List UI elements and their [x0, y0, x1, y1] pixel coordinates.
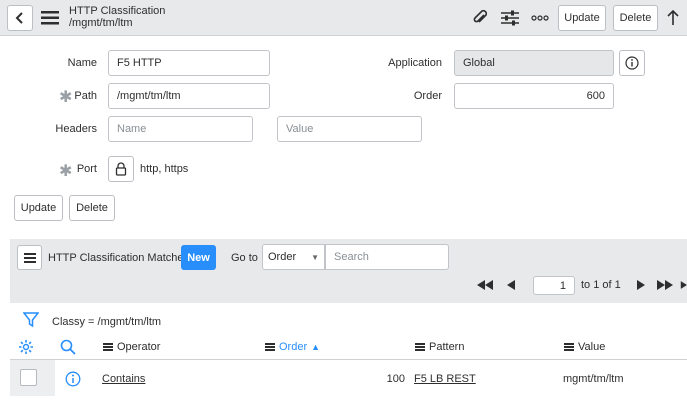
- page-count-text: to 1 of 1: [581, 279, 621, 291]
- last-page-icon[interactable]: [654, 277, 676, 293]
- column-header-pattern[interactable]: Pattern: [415, 341, 464, 353]
- more-options-icon[interactable]: [530, 8, 550, 28]
- row-checkbox[interactable]: [20, 369, 37, 386]
- port-label: Port: [76, 163, 97, 175]
- goto-field-select[interactable]: Order ▼: [262, 244, 325, 270]
- back-button[interactable]: [7, 5, 33, 31]
- column-menu-icon: [103, 343, 113, 351]
- goto-field-value: Order: [268, 251, 297, 263]
- headers-label: Headers: [55, 123, 97, 135]
- column-menu-icon: [564, 343, 574, 351]
- order-label: Order: [413, 90, 442, 102]
- header-delete-button[interactable]: Delete: [613, 5, 658, 31]
- related-list-title: HTTP Classification Matches: [48, 252, 190, 264]
- goto-label: Go to: [231, 252, 258, 264]
- list-menu-button[interactable]: [17, 245, 42, 270]
- arrow-up-icon[interactable]: [664, 8, 682, 28]
- value-column-label: Value: [578, 341, 606, 353]
- path-field[interactable]: /mgmt/tm/ltm: [108, 83, 270, 109]
- info-icon: [625, 56, 639, 70]
- column-menu-icon: [265, 343, 275, 351]
- more-right-icon[interactable]: [680, 277, 687, 293]
- search-icon[interactable]: [59, 338, 77, 356]
- port-lock-button[interactable]: [108, 156, 134, 182]
- search-input[interactable]: Search: [325, 244, 449, 270]
- sort-ascending-icon: ▲: [311, 342, 321, 352]
- settings-sliders-icon[interactable]: [500, 8, 520, 28]
- row-operator-link[interactable]: Contains: [102, 373, 145, 385]
- row-info-icon[interactable]: [64, 370, 82, 388]
- page-subtitle: /mgmt/tm/ltm: [69, 17, 133, 29]
- application-label: Application: [388, 57, 442, 69]
- column-menu-icon: [415, 343, 425, 351]
- hamburger-icon: [23, 252, 36, 263]
- filter-breadcrumb[interactable]: Classy = /mgmt/tm/ltm: [52, 316, 161, 328]
- filter-icon[interactable]: [22, 311, 40, 329]
- pattern-column-label: Pattern: [429, 341, 465, 353]
- previous-page-icon[interactable]: [503, 277, 519, 293]
- row-pattern-link[interactable]: F5 LB REST: [414, 373, 476, 385]
- headers-value-input[interactable]: Value: [277, 116, 422, 142]
- form-delete-button[interactable]: Delete: [69, 195, 115, 221]
- caret-down-icon: ▼: [311, 252, 319, 262]
- column-header-operator[interactable]: Operator: [103, 341, 160, 353]
- order-field[interactable]: 600: [454, 83, 614, 109]
- form-update-button[interactable]: Update: [14, 195, 63, 221]
- name-field[interactable]: F5 HTTP: [108, 50, 270, 76]
- chevron-left-icon: [15, 12, 23, 24]
- gear-icon[interactable]: [17, 338, 35, 356]
- next-page-icon[interactable]: [632, 277, 648, 293]
- column-header-value[interactable]: Value: [564, 341, 605, 353]
- name-label: Name: [67, 57, 97, 69]
- operator-column-label: Operator: [117, 341, 161, 353]
- port-value: http, https: [140, 163, 189, 175]
- attachment-icon[interactable]: [471, 8, 489, 28]
- new-button[interactable]: New: [181, 245, 216, 270]
- application-field: Global: [454, 50, 614, 76]
- first-page-icon[interactable]: [474, 277, 496, 293]
- headers-name-input[interactable]: Name: [108, 116, 253, 142]
- row-value: mgmt/tm/ltm: [563, 373, 624, 385]
- page-title: HTTP Classification: [69, 5, 166, 17]
- context-menu-icon[interactable]: [40, 9, 60, 27]
- application-info-button[interactable]: [619, 50, 645, 76]
- lock-icon: [115, 162, 127, 176]
- path-label: Path: [74, 90, 97, 102]
- page-number-input[interactable]: 1: [533, 276, 575, 295]
- order-column-label: Order: [279, 341, 308, 353]
- row-order-value: 100: [386, 373, 405, 385]
- column-header-order[interactable]: Order ▲: [265, 341, 320, 353]
- header-update-button[interactable]: Update: [558, 5, 606, 31]
